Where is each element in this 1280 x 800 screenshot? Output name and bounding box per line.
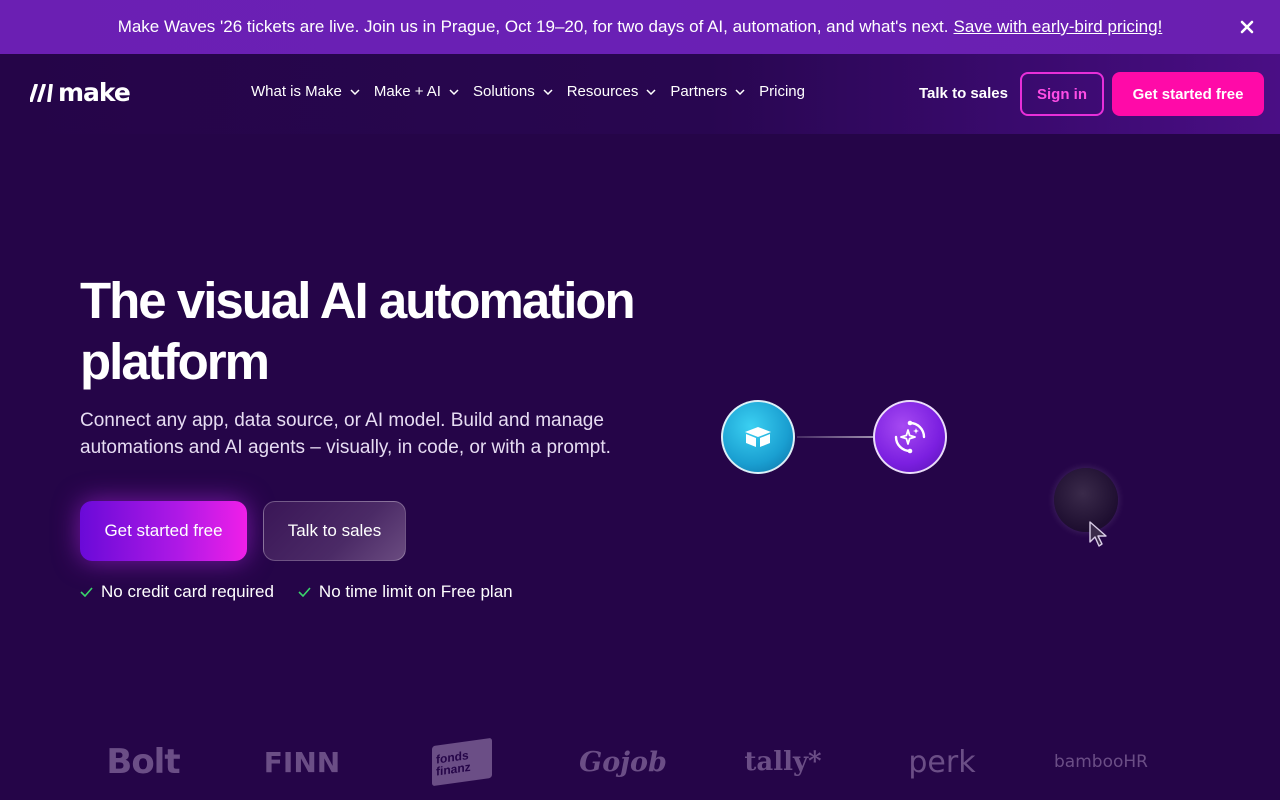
- logo-perk: perk: [908, 744, 976, 780]
- nav-what-is-make[interactable]: What is Make: [251, 83, 360, 100]
- cube-app-icon: [721, 400, 795, 474]
- banner-text: Make Waves '26 tickets are live. Join us…: [117, 17, 949, 36]
- ai-sparkle-icon: [873, 400, 947, 474]
- make-logo-icon: [30, 83, 54, 102]
- chevron-down-icon: [646, 88, 656, 95]
- nav-label: Make + AI: [373, 83, 441, 100]
- nav-label: Solutions: [472, 83, 535, 100]
- banner-link[interactable]: Save with early-bird pricing!: [953, 17, 1162, 37]
- nav-label: What is Make: [251, 83, 342, 100]
- hero-title-line2: platform: [80, 333, 270, 390]
- nav-make-ai[interactable]: Make + AI: [374, 83, 459, 100]
- sign-in-button[interactable]: Sign in: [1020, 72, 1104, 116]
- checkmark-icon: [80, 587, 93, 597]
- chevron-down-icon: [543, 88, 553, 95]
- chevron-down-icon: [735, 88, 745, 95]
- hero-title: The visual AI automation platform: [80, 270, 680, 392]
- talk-to-sales-hero-button[interactable]: Talk to sales: [263, 501, 406, 561]
- logo-bolt: Bolt: [106, 742, 180, 782]
- logo-gojob: Gojob: [579, 746, 667, 778]
- connector-line: [797, 436, 873, 438]
- logo-bamboohr: bambooHR: [1054, 752, 1148, 772]
- make-logo[interactable]: make: [30, 78, 131, 107]
- nav-resources[interactable]: Resources: [567, 83, 657, 100]
- hero-subtitle: Connect any app, data source, or AI mode…: [80, 407, 640, 461]
- nav-partners[interactable]: Partners: [670, 83, 745, 100]
- announcement-banner: Make Waves '26 tickets are live. Join us…: [0, 0, 1280, 54]
- close-icon[interactable]: [1236, 16, 1258, 38]
- cursor-icon: [1088, 520, 1110, 553]
- logo-fonds-finanz: fonds finanz: [432, 737, 492, 787]
- nav-solutions[interactable]: Solutions: [473, 83, 553, 100]
- hero-title-line1: The visual AI automation: [80, 272, 636, 329]
- benefit-label: No time limit on Free plan: [318, 582, 513, 601]
- talk-to-sales-link[interactable]: Talk to sales: [919, 84, 1008, 104]
- hero-subtitle-line1: Connect any app, data source, or AI mode…: [80, 410, 604, 431]
- benefit-checks: No credit card required No time limit on…: [80, 582, 537, 602]
- checkmark-icon: [298, 587, 311, 597]
- benefit-label: No credit card required: [101, 582, 274, 601]
- nav-label: Pricing: [759, 83, 805, 100]
- main-nav: What is Make Make + AI Solutions Resourc…: [251, 83, 805, 100]
- logo-finn: FINN: [263, 745, 341, 779]
- chevron-down-icon: [449, 88, 459, 95]
- customer-logos: Bolt FINN fonds finanz Gojob tally* perk…: [0, 732, 1280, 792]
- logo-tally: tally*: [744, 747, 822, 777]
- chevron-down-icon: [350, 88, 360, 95]
- get-started-hero-button[interactable]: Get started free: [80, 501, 247, 561]
- nav-pricing[interactable]: Pricing: [759, 83, 805, 100]
- benefit-item: No credit card required: [80, 582, 274, 602]
- get-started-header-button[interactable]: Get started free: [1112, 72, 1264, 116]
- nav-label: Resources: [566, 83, 639, 100]
- benefit-item: No time limit on Free plan: [298, 582, 513, 602]
- hero-subtitle-line2: automations and AI agents – visually, in…: [80, 437, 611, 458]
- nav-label: Partners: [670, 83, 728, 100]
- logo-text: make: [58, 78, 131, 107]
